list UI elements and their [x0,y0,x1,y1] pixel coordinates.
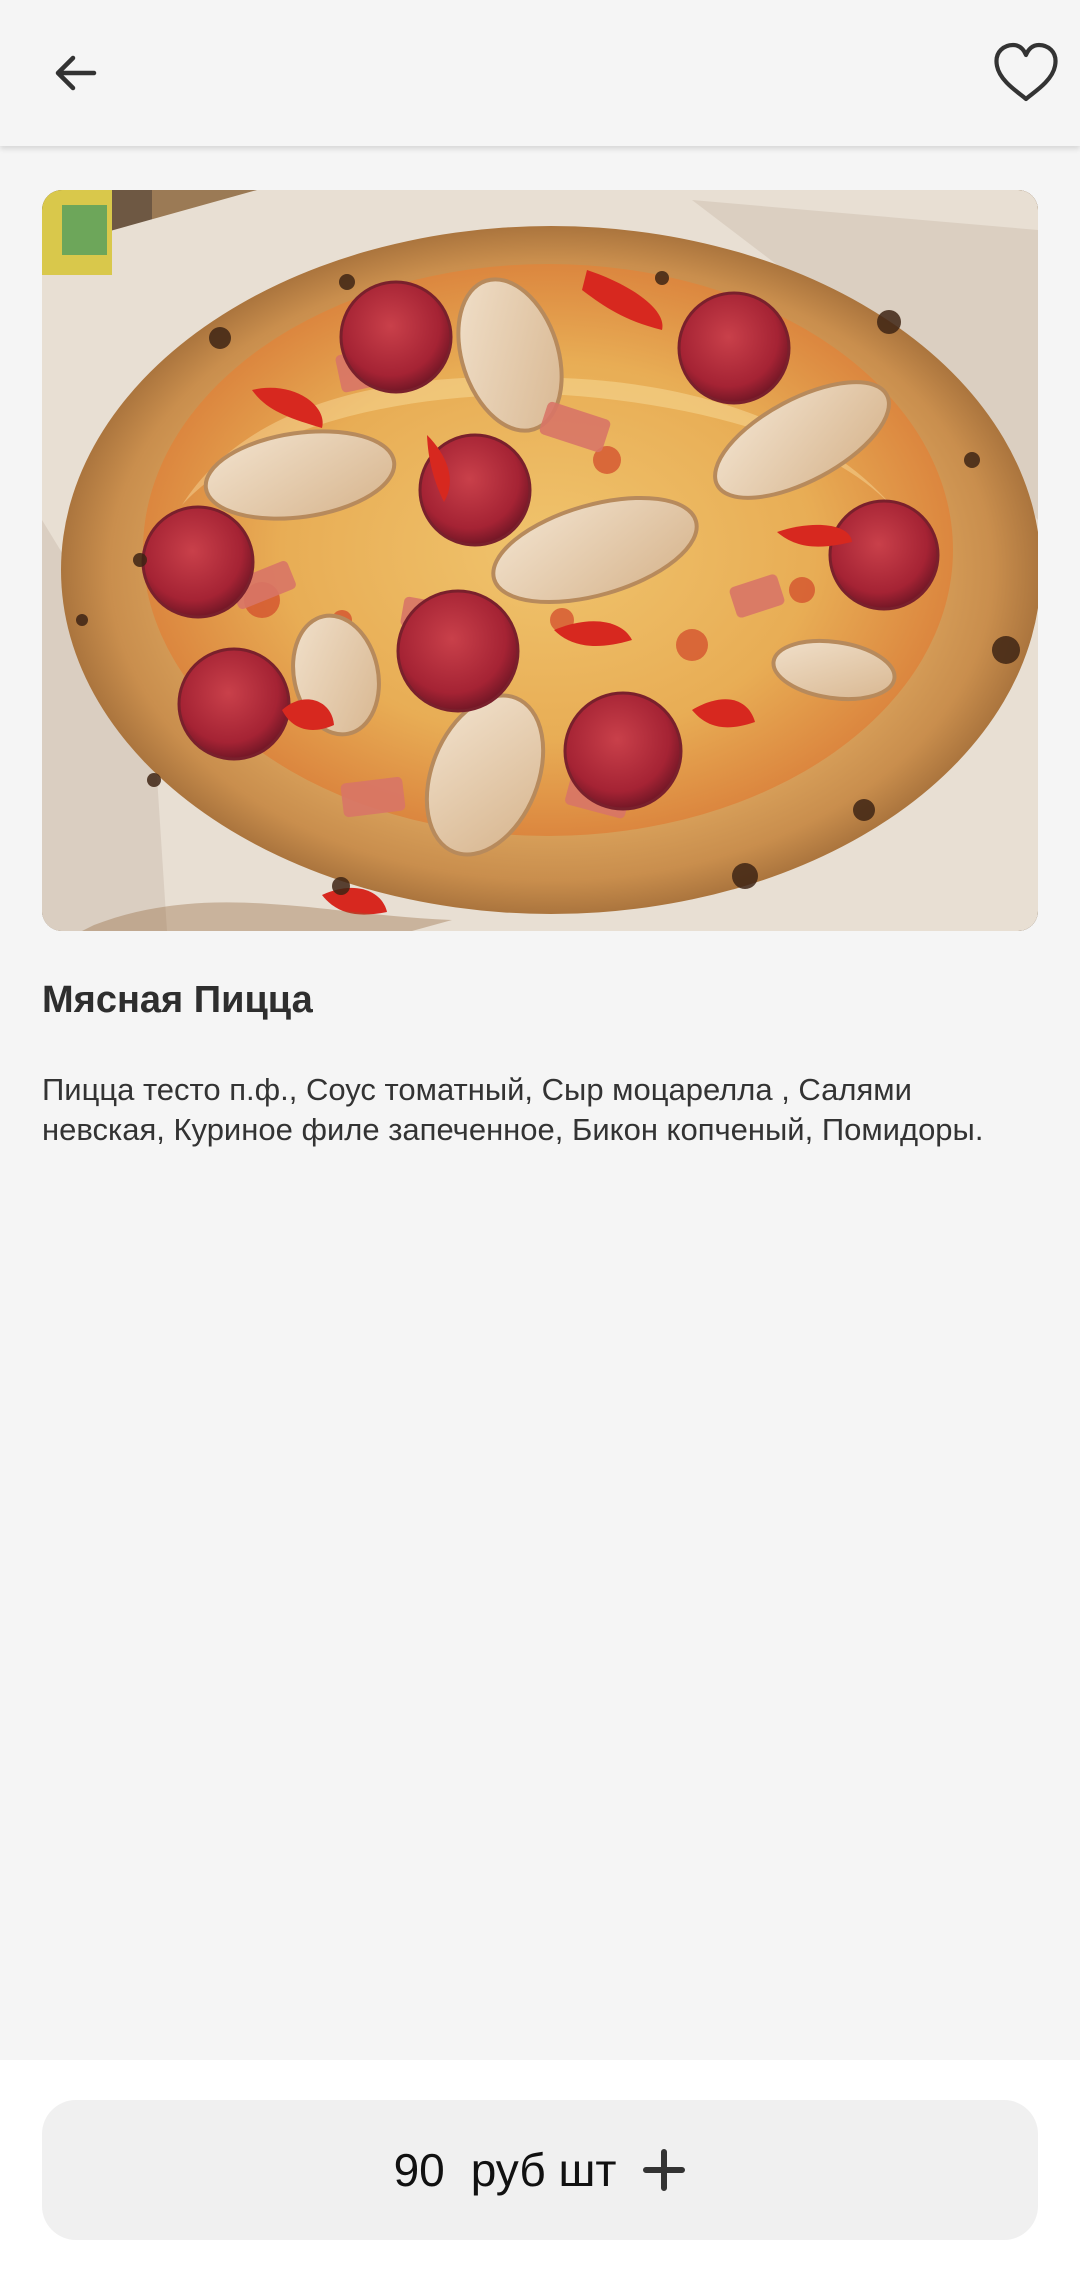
plus-icon [642,2148,686,2192]
product-detail-screen: Мясная Пицца Пицца тесто п.ф., Соус тома… [0,0,1080,2282]
product-description: Пицца тесто п.ф., Соус томатный, Сыр моц… [42,1072,984,1147]
bottom-action-panel: 90 руб шт [0,2060,1080,2282]
pizza-image [42,190,1038,931]
heart-outline-icon [994,42,1058,102]
price-value: 90 [393,2144,445,2196]
top-app-bar [0,0,1080,146]
favorite-button[interactable] [986,33,1066,113]
arrow-left-icon [55,55,97,91]
back-button[interactable] [36,33,116,113]
product-title: Мясная Пицца [42,979,313,1021]
price-unit: руб шт [470,2144,617,2196]
product-image [42,190,1038,931]
add-to-cart-button[interactable]: 90 руб шт [42,2100,1038,2240]
